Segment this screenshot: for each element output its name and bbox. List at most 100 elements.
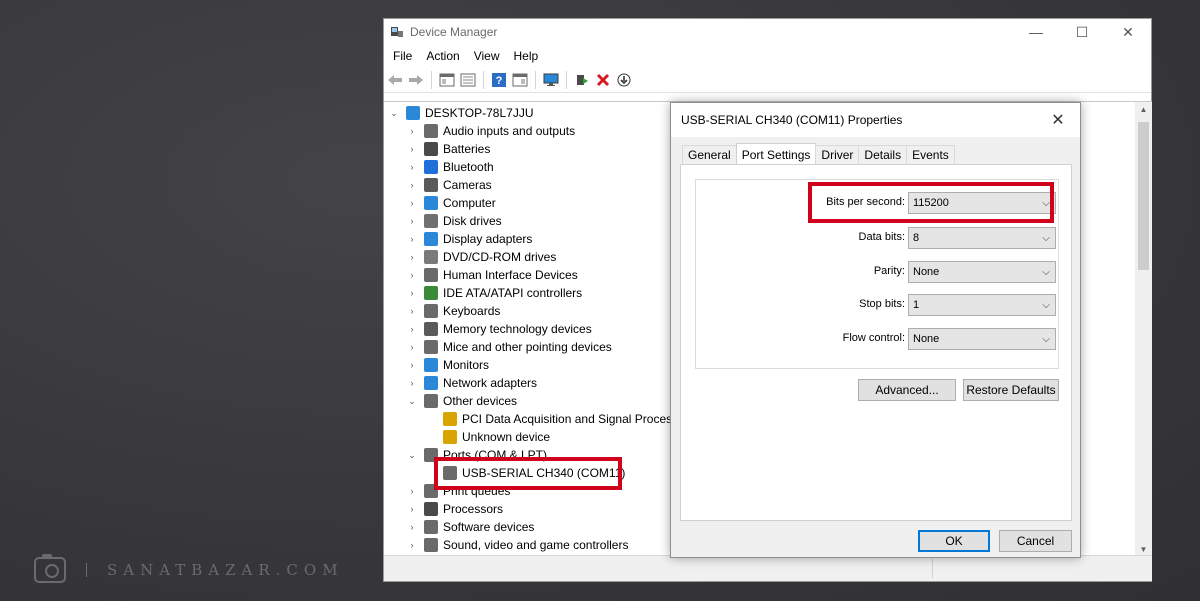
- chevron-right-icon[interactable]: ›: [406, 324, 418, 334]
- tree-item[interactable]: › Software devices: [388, 518, 678, 536]
- sound-icon: [424, 538, 438, 552]
- tree-item[interactable]: › Audio inputs and outputs: [388, 122, 678, 140]
- tree-item-label: Processors: [443, 502, 504, 516]
- console-tree-icon[interactable]: [459, 71, 477, 89]
- tab-details[interactable]: Details: [858, 145, 908, 165]
- tree-item[interactable]: › Human Interface Devices: [388, 266, 678, 284]
- tree-item[interactable]: ⌄ Other devices: [388, 392, 678, 410]
- properties-icon[interactable]: [438, 71, 456, 89]
- tree-item-label: Sound, video and game controllers: [443, 538, 629, 552]
- menu-view[interactable]: View: [467, 49, 507, 63]
- dvd-icon: [424, 250, 438, 264]
- hid-icon: [424, 268, 438, 282]
- tree-item[interactable]: › Mice and other pointing devices: [388, 338, 678, 356]
- camera-icon: [424, 178, 438, 192]
- update-driver-icon[interactable]: [573, 71, 591, 89]
- chevron-right-icon[interactable]: ›: [406, 306, 418, 316]
- chevron-right-icon[interactable]: ›: [406, 378, 418, 388]
- close-button[interactable]: ✕: [1105, 19, 1151, 45]
- disable-device-icon[interactable]: [615, 71, 633, 89]
- chevron-right-icon[interactable]: ›: [406, 270, 418, 280]
- tree-item[interactable]: › Cameras: [388, 176, 678, 194]
- ok-button[interactable]: OK: [918, 530, 990, 552]
- tree-item-label: PCI Data Acquisition and Signal Process: [462, 412, 679, 426]
- chevron-down-icon[interactable]: ⌄: [406, 450, 418, 461]
- chevron-down-icon[interactable]: ⌄: [406, 396, 418, 407]
- tree-item[interactable]: › Monitors: [388, 356, 678, 374]
- tree-item[interactable]: › Memory technology devices: [388, 320, 678, 338]
- flow-control-select[interactable]: None ⌵: [908, 328, 1056, 350]
- tree-child-item[interactable]: PCI Data Acquisition and Signal Process: [388, 410, 678, 428]
- menu-action[interactable]: Action: [419, 49, 466, 63]
- chevron-right-icon[interactable]: ›: [406, 504, 418, 514]
- menu-help[interactable]: Help: [507, 49, 546, 63]
- tree-item[interactable]: › Disk drives: [388, 212, 678, 230]
- tree-item[interactable]: › DVD/CD-ROM drives: [388, 248, 678, 266]
- tab-driver[interactable]: Driver: [815, 145, 860, 165]
- help-icon[interactable]: ?: [490, 71, 508, 89]
- chevron-right-icon[interactable]: ›: [406, 216, 418, 226]
- scan-hardware-icon[interactable]: [542, 71, 560, 89]
- advanced-button[interactable]: Advanced...: [858, 379, 956, 401]
- memory-icon: [424, 322, 438, 336]
- field-stop-bits: Stop bits: 1 ⌵: [696, 294, 1060, 316]
- data-bits-select[interactable]: 8 ⌵: [908, 227, 1056, 249]
- chevron-right-icon[interactable]: ›: [406, 180, 418, 190]
- tree-item[interactable]: › Network adapters: [388, 374, 678, 392]
- field-data-bits: Data bits: 8 ⌵: [696, 227, 1060, 249]
- uninstall-icon[interactable]: [594, 71, 612, 89]
- chevron-right-icon[interactable]: ›: [406, 342, 418, 352]
- tree-item[interactable]: › Keyboards: [388, 302, 678, 320]
- chevron-right-icon[interactable]: ›: [406, 522, 418, 532]
- minimize-button[interactable]: —: [1013, 19, 1059, 45]
- chevron-right-icon[interactable]: ›: [406, 540, 418, 550]
- tab-events[interactable]: Events: [906, 145, 955, 165]
- chevron-right-icon[interactable]: ›: [406, 360, 418, 370]
- tree-item-label: Audio inputs and outputs: [443, 124, 576, 138]
- dialog-tabs: General Port Settings Driver Details Eve…: [682, 143, 955, 165]
- tree-item[interactable]: › Batteries: [388, 140, 678, 158]
- tree-item-label: Disk drives: [443, 214, 502, 228]
- tree-item-label: Other devices: [443, 394, 518, 408]
- maximize-button[interactable]: ☐: [1059, 19, 1105, 45]
- restore-defaults-button[interactable]: Restore Defaults: [963, 379, 1059, 401]
- statusbar: [384, 555, 1152, 581]
- tree-child-item[interactable]: Unknown device: [388, 428, 678, 446]
- tree-item[interactable]: › Computer: [388, 194, 678, 212]
- tree-item[interactable]: › IDE ATA/ATAPI controllers: [388, 284, 678, 302]
- chevron-right-icon[interactable]: ›: [406, 144, 418, 154]
- show-hidden-icon[interactable]: [511, 71, 529, 89]
- chevron-right-icon[interactable]: ›: [406, 234, 418, 244]
- chevron-right-icon[interactable]: ›: [406, 126, 418, 136]
- vertical-scrollbar[interactable]: ▲ ▼: [1135, 102, 1152, 558]
- scroll-thumb[interactable]: [1138, 122, 1149, 270]
- chevron-right-icon[interactable]: ›: [406, 198, 418, 208]
- properties-dialog: USB-SERIAL CH340 (COM11) Properties ✕ Ge…: [670, 102, 1081, 558]
- menu-file[interactable]: File: [386, 49, 419, 63]
- back-arrow-icon[interactable]: [386, 71, 404, 89]
- forward-arrow-icon[interactable]: [407, 71, 425, 89]
- chevron-right-icon[interactable]: ›: [406, 162, 418, 172]
- tab-port-settings[interactable]: Port Settings: [735, 143, 817, 165]
- chevron-right-icon[interactable]: ›: [406, 252, 418, 262]
- scroll-up-icon[interactable]: ▲: [1135, 102, 1152, 118]
- chevron-right-icon[interactable]: ›: [406, 486, 418, 496]
- window-title: Device Manager: [410, 25, 498, 39]
- cancel-button[interactable]: Cancel: [999, 530, 1072, 552]
- tree-item-label: DESKTOP-78L7JJU: [425, 106, 534, 120]
- tree-item[interactable]: › Bluetooth: [388, 158, 678, 176]
- tree-item[interactable]: › Processors: [388, 500, 678, 518]
- disk-icon: [424, 214, 438, 228]
- tree-item[interactable]: › Display adapters: [388, 230, 678, 248]
- menubar: File Action View Help: [384, 45, 1151, 67]
- tree-root[interactable]: ⌄ DESKTOP-78L7JJU: [388, 104, 678, 122]
- tab-general[interactable]: General: [682, 145, 737, 165]
- dialog-close-icon[interactable]: ✕: [1036, 110, 1080, 130]
- flow-control-label: Flow control:: [842, 332, 905, 344]
- parity-select[interactable]: None ⌵: [908, 261, 1056, 283]
- chevron-right-icon[interactable]: ›: [406, 288, 418, 298]
- stop-bits-select[interactable]: 1 ⌵: [908, 294, 1056, 316]
- tree-item[interactable]: › Sound, video and game controllers: [388, 536, 678, 554]
- parity-value: None: [913, 266, 940, 278]
- chevron-down-icon[interactable]: ⌄: [388, 108, 400, 119]
